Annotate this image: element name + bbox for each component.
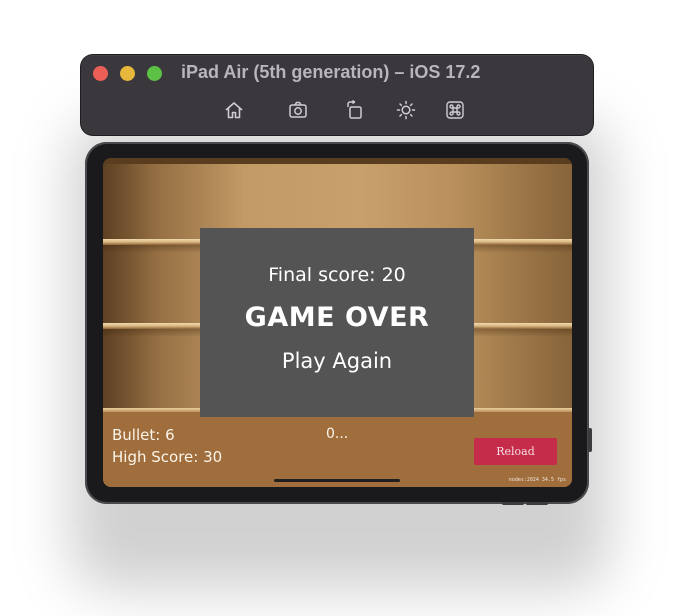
game-over-title: GAME OVER (244, 302, 430, 333)
simulator-titlebar: iPad Air (5th generation) – iOS 17.2 (81, 55, 593, 135)
home-indicator[interactable] (274, 479, 400, 482)
volume-button (588, 428, 592, 452)
performance-stats: nodes:2024 34.5 fps (508, 477, 566, 483)
bullet-count: Bullet: 6 (112, 426, 175, 444)
shelf-top-rim (103, 158, 572, 164)
status-text: 0... (326, 426, 349, 442)
device-bottom-button-left (502, 502, 524, 505)
play-again-button[interactable]: Play Again (200, 349, 474, 373)
home-icon[interactable] (223, 99, 245, 121)
rotate-icon[interactable] (344, 99, 366, 121)
screenshot-icon[interactable] (287, 99, 309, 121)
command-icon[interactable] (444, 99, 466, 121)
final-score-label: Final score: 20 (268, 264, 406, 286)
zoom-window-button[interactable] (147, 66, 162, 81)
reload-button[interactable]: Reload (474, 438, 557, 465)
minimize-window-button[interactable] (120, 66, 135, 81)
appearance-icon[interactable] (395, 99, 417, 121)
high-score: High Score: 30 (112, 448, 223, 466)
close-window-button[interactable] (93, 66, 108, 81)
game-screen[interactable]: Final score: 20 GAME OVER Play Again Bul… (103, 158, 572, 487)
window-title: iPad Air (5th generation) – iOS 17.2 (181, 62, 481, 82)
game-over-dialog: Final score: 20 GAME OVER Play Again (200, 228, 474, 417)
device-bottom-button-right (526, 502, 548, 505)
